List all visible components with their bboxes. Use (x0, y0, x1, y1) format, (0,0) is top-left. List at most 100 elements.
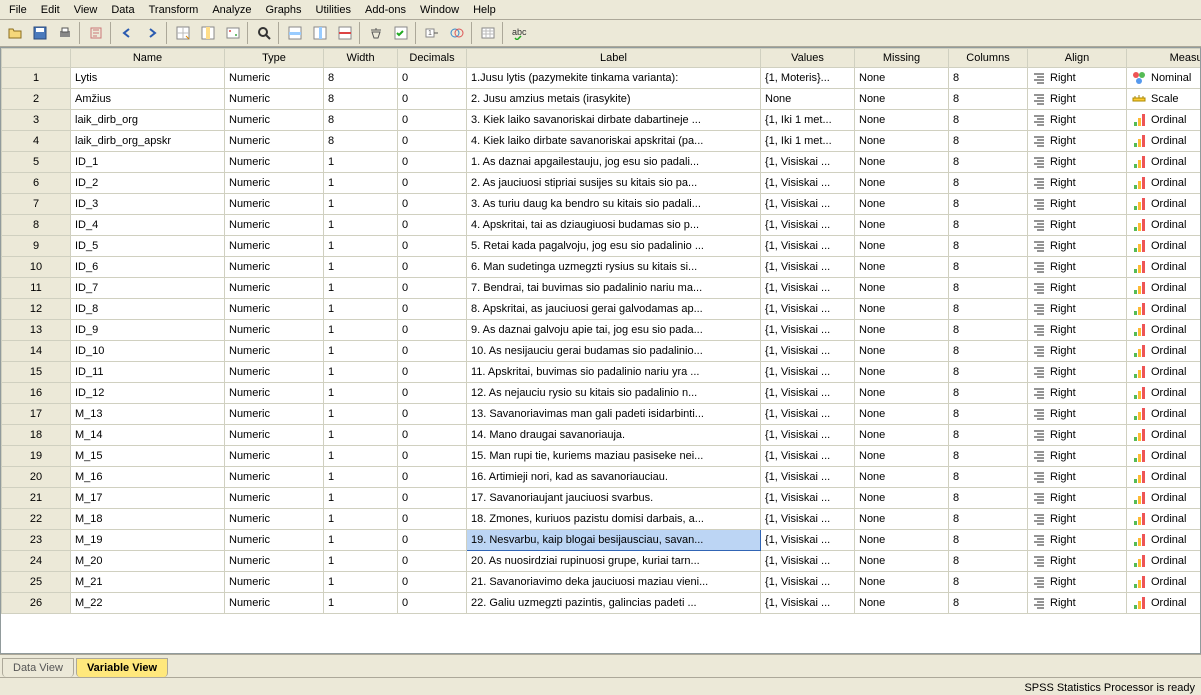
cell-columns[interactable]: 8 (949, 68, 1028, 89)
cell-decimals[interactable]: 0 (398, 236, 467, 257)
cell-label[interactable]: 15. Man rupi tie, kuriems maziau pasisek… (467, 446, 761, 467)
variable-grid[interactable]: Name Type Width Decimals Label Values Mi… (0, 47, 1201, 654)
cell-name[interactable]: ID_10 (71, 341, 225, 362)
cell-decimals[interactable]: 0 (398, 488, 467, 509)
cell-missing[interactable]: None (855, 89, 949, 110)
cell-label[interactable]: 21. Savanoriavimo deka jauciuosi maziau … (467, 572, 761, 593)
cell-width[interactable]: 1 (324, 299, 398, 320)
cell-columns[interactable]: 8 (949, 446, 1028, 467)
table-row[interactable]: 19M_15Numeric1015. Man rupi tie, kuriems… (2, 446, 1201, 467)
cell-name[interactable]: M_15 (71, 446, 225, 467)
cell-measure[interactable]: Nominal (1127, 68, 1201, 89)
cell-name[interactable]: M_17 (71, 488, 225, 509)
cell-measure[interactable]: Ordinal (1127, 383, 1201, 404)
col-header-measure[interactable]: Measure (1127, 49, 1201, 68)
cell-values[interactable]: {1, Visiskai ... (761, 173, 855, 194)
cell-type[interactable]: Numeric (225, 572, 324, 593)
row-header[interactable]: 18 (2, 425, 71, 446)
row-header[interactable]: 7 (2, 194, 71, 215)
row-header[interactable]: 6 (2, 173, 71, 194)
cell-label[interactable]: 10. As nesijauciu gerai budamas sio pada… (467, 341, 761, 362)
cell-label[interactable]: 16. Artimieji nori, kad as savanoriaucia… (467, 467, 761, 488)
cell-type[interactable]: Numeric (225, 404, 324, 425)
cell-width[interactable]: 1 (324, 383, 398, 404)
cell-missing[interactable]: None (855, 320, 949, 341)
cell-values[interactable]: {1, Moteris}... (761, 68, 855, 89)
cell-missing[interactable]: None (855, 362, 949, 383)
cell-decimals[interactable]: 0 (398, 341, 467, 362)
row-header[interactable]: 9 (2, 236, 71, 257)
cell-name[interactable]: ID_11 (71, 362, 225, 383)
cell-measure[interactable]: Ordinal (1127, 509, 1201, 530)
cell-width[interactable]: 1 (324, 194, 398, 215)
cell-align[interactable]: Right (1028, 257, 1127, 278)
cell-align[interactable]: Right (1028, 530, 1127, 551)
cell-missing[interactable]: None (855, 152, 949, 173)
row-header[interactable]: 23 (2, 530, 71, 551)
col-header-decimals[interactable]: Decimals (398, 49, 467, 68)
goto-variable-icon[interactable] (196, 22, 219, 44)
cell-label[interactable]: 1.Jusu lytis (pazymekite tinkama variant… (467, 68, 761, 89)
cell-label[interactable]: 5. Retai kada pagalvoju, jog esu sio pad… (467, 236, 761, 257)
cell-label[interactable]: 2. As jauciuosi stipriai susijes su kita… (467, 173, 761, 194)
cell-columns[interactable]: 8 (949, 215, 1028, 236)
cell-missing[interactable]: None (855, 68, 949, 89)
split-file-icon[interactable] (333, 22, 356, 44)
row-header[interactable]: 13 (2, 320, 71, 341)
cell-columns[interactable]: 8 (949, 530, 1028, 551)
cell-width[interactable]: 1 (324, 572, 398, 593)
cell-columns[interactable]: 8 (949, 257, 1028, 278)
cell-name[interactable]: M_21 (71, 572, 225, 593)
cell-type[interactable]: Numeric (225, 320, 324, 341)
menu-view[interactable]: View (67, 2, 105, 18)
redo-icon[interactable] (140, 22, 163, 44)
cell-align[interactable]: Right (1028, 215, 1127, 236)
use-sets-icon[interactable] (445, 22, 468, 44)
cell-type[interactable]: Numeric (225, 194, 324, 215)
find-icon[interactable] (252, 22, 275, 44)
cell-label[interactable]: 7. Bendrai, tai buvimas sio padalinio na… (467, 278, 761, 299)
cell-width[interactable]: 1 (324, 467, 398, 488)
cell-name[interactable]: ID_8 (71, 299, 225, 320)
cell-values[interactable]: {1, Visiskai ... (761, 509, 855, 530)
cell-measure[interactable]: Ordinal (1127, 404, 1201, 425)
cell-width[interactable]: 1 (324, 278, 398, 299)
cell-type[interactable]: Numeric (225, 152, 324, 173)
cell-type[interactable]: Numeric (225, 278, 324, 299)
cell-columns[interactable]: 8 (949, 551, 1028, 572)
cell-missing[interactable]: None (855, 509, 949, 530)
cell-name[interactable]: M_16 (71, 467, 225, 488)
cell-measure[interactable]: Ordinal (1127, 425, 1201, 446)
cell-columns[interactable]: 8 (949, 194, 1028, 215)
cell-label[interactable]: 12. As nejauciu rysio su kitais sio pada… (467, 383, 761, 404)
cell-missing[interactable]: None (855, 530, 949, 551)
cell-width[interactable]: 1 (324, 320, 398, 341)
table-row[interactable]: 9ID_5Numeric105. Retai kada pagalvoju, j… (2, 236, 1201, 257)
cell-decimals[interactable]: 0 (398, 194, 467, 215)
cell-label[interactable]: 4. Kiek laiko dirbate savanoriskai apskr… (467, 131, 761, 152)
cell-label[interactable]: 6. Man sudetinga uzmegzti rysius su kita… (467, 257, 761, 278)
value-labels-icon[interactable]: 1 (420, 22, 443, 44)
cell-values[interactable]: {1, Visiskai ... (761, 320, 855, 341)
cell-name[interactable]: M_19 (71, 530, 225, 551)
cell-align[interactable]: Right (1028, 299, 1127, 320)
cell-measure[interactable]: Ordinal (1127, 194, 1201, 215)
table-row[interactable]: 17M_13Numeric1013. Savanoriavimas man ga… (2, 404, 1201, 425)
cell-decimals[interactable]: 0 (398, 593, 467, 614)
cell-type[interactable]: Numeric (225, 341, 324, 362)
cell-decimals[interactable]: 0 (398, 131, 467, 152)
cell-type[interactable]: Numeric (225, 467, 324, 488)
cell-columns[interactable]: 8 (949, 89, 1028, 110)
cell-measure[interactable]: Ordinal (1127, 131, 1201, 152)
cell-decimals[interactable]: 0 (398, 572, 467, 593)
cell-values[interactable]: {1, Visiskai ... (761, 299, 855, 320)
cell-width[interactable]: 1 (324, 488, 398, 509)
cell-columns[interactable]: 8 (949, 131, 1028, 152)
cell-values[interactable]: {1, Visiskai ... (761, 362, 855, 383)
cell-values[interactable]: {1, Visiskai ... (761, 446, 855, 467)
cell-columns[interactable]: 8 (949, 173, 1028, 194)
row-header[interactable]: 22 (2, 509, 71, 530)
cell-values[interactable]: {1, Visiskai ... (761, 404, 855, 425)
cell-align[interactable]: Right (1028, 509, 1127, 530)
open-icon[interactable] (3, 22, 26, 44)
